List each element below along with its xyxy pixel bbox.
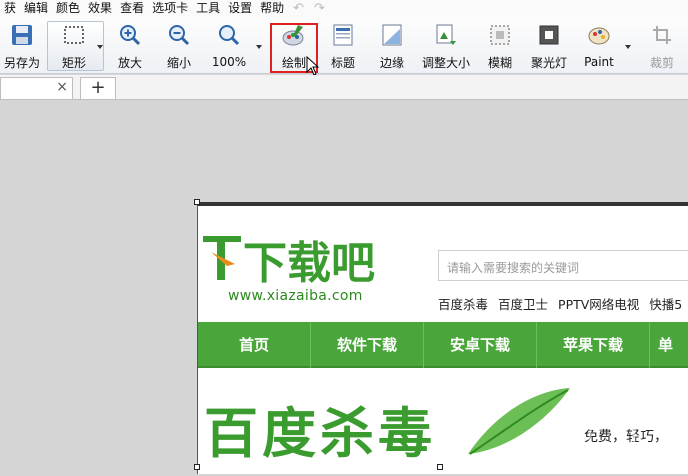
rectangle-label: 矩形 [61,56,86,70]
crop-label: 裁剪 [649,56,674,70]
site-url: www.xiazaiba.com [228,288,363,304]
site-nav-bar: 首页 软件下载 安卓下载 苹果下载 单 [198,322,688,368]
rectangle-dropdown-icon[interactable] [97,45,103,49]
zoom-out-button[interactable]: 缩小 [160,21,198,71]
resize-icon [432,21,460,48]
undo-icon[interactable]: ↶ [288,1,309,16]
menu-item-view[interactable]: 查看 [116,0,148,17]
site-logo: 下载吧 [201,228,381,289]
redo-icon[interactable]: ↷ [309,1,330,16]
spotlight-icon [535,21,563,48]
search-placeholder: 请输入需要搜索的关键词 [447,261,580,275]
edge-label: 边缘 [379,56,404,70]
floppy-disk-icon [8,21,36,48]
image-tab[interactable]: × [0,77,73,99]
resize-handle[interactable] [194,199,200,205]
zoom-dropdown-icon[interactable] [256,45,262,49]
nav-divider [649,322,650,368]
resize-label: 调整大小 [421,56,470,70]
svg-text:百度杀毒: 百度杀毒 [204,401,436,465]
crop-icon [648,21,676,48]
zoom-100-button[interactable]: 100% [209,21,249,71]
blur-label: 模糊 [487,56,512,70]
paint-app-icon [585,21,613,49]
title-button[interactable]: 标题 [324,21,362,71]
paint-label: Paint [584,55,614,69]
menu-item-color[interactable]: 颜色 [52,0,84,17]
menu-item-tools[interactable]: 工具 [192,0,224,17]
menu-bar: 获 编辑 颜色 效果 查看 选项卡 工具 设置 帮助 ↶ ↷ [0,0,688,17]
nav-software[interactable]: 软件下载 [311,322,423,368]
resize-handle[interactable] [194,464,200,470]
resize-button[interactable]: 调整大小 [420,21,472,71]
nav-home[interactable]: 首页 [208,322,300,368]
menu-item-effects[interactable]: 效果 [84,0,116,17]
nav-apple[interactable]: 苹果下载 [537,322,649,368]
paint-dropdown-icon[interactable] [625,45,631,49]
blur-icon [486,21,514,48]
title-icon [329,21,357,48]
spotlight-label: 聚光灯 [530,56,567,70]
menu-item-file[interactable]: 获 [0,0,20,17]
watermark-logo [540,400,688,476]
magnifier-icon [215,21,243,49]
zoom-in-label: 放大 [117,56,142,70]
image-top-border [198,202,688,206]
save-as-label: 另存为 [3,56,40,70]
dashed-rectangle-icon [60,21,88,48]
paint-button[interactable]: Paint [580,21,618,71]
menu-item-edit[interactable]: 编辑 [20,0,52,17]
hot-link[interactable]: 百度杀毒 [438,294,488,313]
menu-item-tabs[interactable]: 选项卡 [148,0,192,17]
rectangle-select-content[interactable]: 矩形 [52,21,96,71]
resize-handle[interactable] [437,464,443,470]
hot-link[interactable]: 百度卫士 [498,294,548,313]
hot-links: 百度杀毒 百度卫士 PPTV网络电视 快播5 [438,294,682,313]
zoom-level-label: 100% [211,55,247,69]
toolbar: 另存为 矩形 放大 缩小 100% 绘制 标题 边缘 调整大小 模糊 聚光灯 P… [0,17,688,74]
spotlight-button[interactable]: 聚光灯 [528,21,570,71]
menu-item-settings[interactable]: 设置 [224,0,256,17]
edge-icon [378,21,406,48]
menu-item-help[interactable]: 帮助 [256,0,288,17]
hot-link[interactable]: PPTV网络电视 [558,294,639,313]
close-tab-icon[interactable]: × [56,79,68,95]
title-label: 标题 [330,56,355,70]
edge-button[interactable]: 边缘 [373,21,411,71]
crop-button[interactable]: 裁剪 [644,21,680,71]
svg-text:下载吧: 下载吧 [243,238,375,288]
zoom-in-icon [116,21,144,48]
site-search-input[interactable]: 请输入需要搜索的关键词 [438,250,688,281]
new-tab-button[interactable]: + [80,77,116,99]
save-as-button[interactable]: 另存为 [0,21,44,71]
nav-more[interactable]: 单 [658,322,688,368]
blur-button[interactable]: 模糊 [482,21,518,71]
zoom-out-label: 缩小 [166,56,191,70]
nav-android[interactable]: 安卓下载 [424,322,536,368]
banner-artwork: 百度杀毒 [204,388,570,465]
zoom-in-button[interactable]: 放大 [111,21,149,71]
tab-bar: × + [0,75,688,100]
zoom-out-icon [165,21,193,48]
hot-link[interactable]: 快播5 [649,294,682,313]
